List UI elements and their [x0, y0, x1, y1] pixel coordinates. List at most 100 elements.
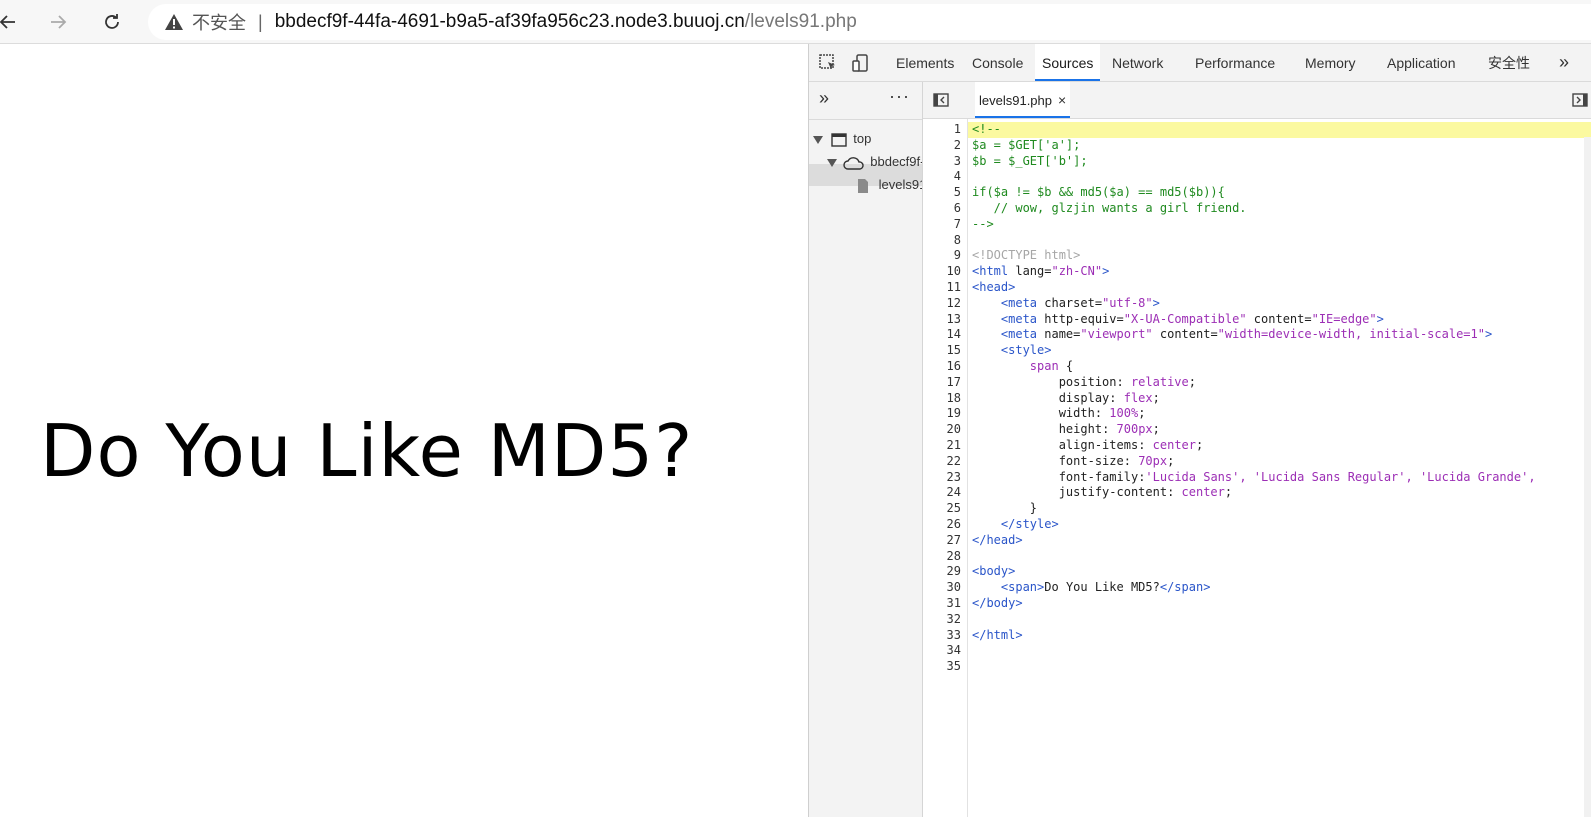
tab-performance[interactable]: Performance	[1195, 44, 1275, 81]
reload-button[interactable]	[98, 8, 126, 36]
expand-triangle-icon[interactable]	[827, 158, 837, 167]
back-button[interactable]	[0, 8, 22, 36]
code-line[interactable]: </body>	[972, 596, 1023, 612]
line-number[interactable]: 24	[947, 485, 961, 501]
line-number[interactable]: 2	[954, 138, 961, 154]
file-tab-levels91[interactable]: levels91.php ×	[975, 82, 1071, 118]
code-line[interactable]: </html>	[972, 628, 1023, 644]
code-line[interactable]: height: 700px;	[972, 422, 1160, 438]
code-line[interactable]: <!--	[972, 122, 1001, 138]
line-number[interactable]: 26	[947, 517, 961, 533]
code-line[interactable]: <meta http-equiv="X-UA-Compatible" conte…	[972, 312, 1384, 328]
code-line[interactable]: // wow, glzjin wants a girl friend.	[972, 201, 1247, 217]
code-line[interactable]: $b = $_GET['b'];	[972, 154, 1088, 170]
back-arrow-icon	[0, 15, 15, 29]
tree-item-file[interactable]: levels91	[857, 174, 922, 196]
line-number[interactable]: 21	[947, 438, 961, 454]
code-line[interactable]: -->	[972, 217, 994, 233]
line-number[interactable]: 18	[947, 391, 961, 407]
code-line[interactable]: }	[972, 501, 1037, 517]
line-number[interactable]: 22	[947, 454, 961, 470]
line-number[interactable]: 17	[947, 375, 961, 391]
close-tab-icon[interactable]: ×	[1058, 92, 1066, 108]
line-number[interactable]: 29	[947, 564, 961, 580]
line-number[interactable]: 16	[947, 359, 961, 375]
code-line[interactable]: <body>	[972, 564, 1015, 580]
tree-item-domain[interactable]: bbdecf9f-	[827, 151, 922, 173]
line-number[interactable]: 33	[947, 628, 961, 644]
line-number[interactable]: 19	[947, 406, 961, 422]
code-line[interactable]: <html lang="zh-CN">	[972, 264, 1109, 280]
line-number[interactable]: 4	[954, 169, 961, 185]
code-line[interactable]: align-items: center;	[972, 438, 1204, 454]
line-number[interactable]: 14	[947, 327, 961, 343]
line-number[interactable]: 30	[947, 580, 961, 596]
line-number[interactable]: 7	[954, 217, 961, 233]
tab-elements[interactable]: Elements	[896, 44, 954, 81]
tab-security[interactable]: 安全性	[1488, 44, 1530, 81]
code-line[interactable]: <head>	[972, 280, 1015, 296]
line-number[interactable]: 25	[947, 501, 961, 517]
tab-application[interactable]: Application	[1387, 44, 1456, 81]
tab-sources[interactable]: Sources	[1035, 44, 1101, 81]
tree-label-domain: bbdecf9f-	[870, 154, 922, 169]
tree-item-top[interactable]: top	[813, 128, 871, 150]
line-number[interactable]: 12	[947, 296, 961, 312]
tab-network[interactable]: Network	[1112, 44, 1163, 81]
code-line[interactable]: <meta charset="utf-8">	[972, 296, 1160, 312]
address-bar[interactable]: 不安全 | bbdecf9f-44fa-4691-b9a5-af39fa956c…	[148, 4, 1591, 40]
code-line[interactable]: if($a != $b && md5($a) == md5($b)){	[972, 185, 1225, 201]
code-line[interactable]: <style>	[972, 343, 1052, 359]
code-line[interactable]: <!DOCTYPE html>	[972, 248, 1080, 264]
more-tabs-button[interactable]: »	[1559, 44, 1569, 81]
line-number[interactable]: 6	[954, 201, 961, 217]
code-line[interactable]: justify-content: center;	[972, 485, 1232, 501]
code-line[interactable]: width: 100%;	[972, 406, 1146, 422]
toggle-debugger-icon[interactable]	[1572, 93, 1588, 107]
page-viewport: Do You Like MD5?	[0, 44, 808, 817]
line-number[interactable]: 13	[947, 312, 961, 328]
code-line[interactable]: span {	[972, 359, 1073, 375]
line-number[interactable]: 27	[947, 533, 961, 549]
line-number[interactable]: 11	[947, 280, 961, 296]
line-number[interactable]: 20	[947, 422, 961, 438]
line-number[interactable]: 35	[947, 659, 961, 675]
code-editor[interactable]: <!-- $a = $GET['a']; $b = $_GET['b']; if($a…	[968, 119, 1591, 817]
code-line[interactable]: <meta name="viewport" content="width=dev…	[972, 327, 1492, 343]
tab-memory[interactable]: Memory	[1305, 44, 1356, 81]
code-line[interactable]: display: flex;	[972, 391, 1160, 407]
line-number[interactable]: 10	[947, 264, 961, 280]
expand-triangle-icon[interactable]	[813, 135, 823, 144]
editor-scrollbar[interactable]	[1584, 137, 1591, 817]
forward-button[interactable]	[44, 8, 72, 36]
devtools-panel: Elements Console Sources Network Perform…	[808, 44, 1591, 817]
warning-icon[interactable]	[164, 12, 184, 32]
navigator-menu-button[interactable]: ···	[889, 86, 910, 107]
line-number[interactable]: 3	[954, 154, 961, 170]
device-toolbar-icon[interactable]	[851, 53, 871, 73]
insecure-label[interactable]: 不安全	[192, 9, 246, 35]
line-number[interactable]: 1	[954, 122, 961, 138]
line-number[interactable]: 28	[947, 549, 961, 565]
toggle-navigator-icon[interactable]	[933, 93, 949, 107]
line-number[interactable]: 5	[954, 185, 961, 201]
line-number-gutter[interactable]: 1 2 3 4 5 6 7 8 9 10 11 12 13 14 15 16 17 18 19 20 21 22 23 24 2…	[923, 119, 968, 817]
line-number[interactable]: 15	[947, 343, 961, 359]
code-line[interactable]: </head>	[972, 533, 1023, 549]
code-line[interactable]: </style>	[972, 517, 1059, 533]
line-number[interactable]: 32	[947, 612, 961, 628]
line-number[interactable]: 31	[947, 596, 961, 612]
line-number[interactable]: 23	[947, 470, 961, 486]
inspect-element-icon[interactable]	[818, 53, 838, 73]
navigator-more-button[interactable]: »	[819, 88, 829, 109]
code-line[interactable]: <span>Do You Like MD5?</span>	[972, 580, 1211, 596]
cloud-icon	[842, 156, 864, 170]
line-number[interactable]: 34	[947, 643, 961, 659]
code-line[interactable]: position: relative;	[972, 375, 1196, 391]
code-line[interactable]: font-size: 70px;	[972, 454, 1175, 470]
tab-console[interactable]: Console	[972, 44, 1023, 81]
line-number[interactable]: 8	[954, 233, 961, 249]
line-number[interactable]: 9	[954, 248, 961, 264]
code-line[interactable]: $a = $GET['a'];	[972, 138, 1080, 154]
code-line[interactable]: font-family:'Lucida Sans', 'Lucida Sans …	[972, 470, 1536, 486]
